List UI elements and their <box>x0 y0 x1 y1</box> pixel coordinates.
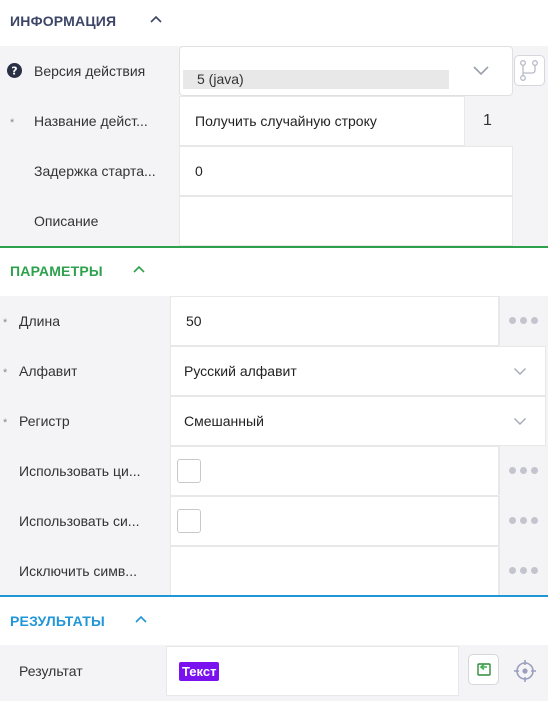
exclude-more-button[interactable] <box>499 546 546 595</box>
more-dot <box>530 567 538 574</box>
info-section: ИНФОРМАЦИЯ ? Версия действия 5 (java) * … <box>0 0 548 248</box>
more-dot <box>530 517 538 524</box>
delay-input[interactable]: 0 <box>179 146 513 196</box>
info-section-header[interactable]: ИНФОРМАЦИЯ <box>0 0 548 46</box>
version-label: Версия действия <box>34 63 146 79</box>
more-dot <box>508 467 516 474</box>
more-dot <box>519 517 527 524</box>
result-type-badge: Текст <box>179 662 220 681</box>
required-mark: * <box>3 317 8 329</box>
version-value-box: 5 (java) <box>183 70 449 89</box>
use-symbols-field <box>170 496 499 546</box>
case-value: Смешанный <box>184 413 264 429</box>
name-value: Получить случайную строку <box>195 113 377 129</box>
exclude-label: Исключить симв... <box>19 563 137 579</box>
use-digits-checkbox[interactable] <box>177 459 201 483</box>
alphabet-value: Русский алфавит <box>184 363 297 379</box>
alphabet-select[interactable]: Русский алфавит <box>170 346 546 396</box>
more-dot <box>519 567 527 574</box>
results-section: РЕЗУЛЬТАТЫ Результат Текст <box>0 597 548 701</box>
more-dot <box>508 517 516 524</box>
more-dot <box>530 467 538 474</box>
length-more-button[interactable] <box>499 296 546 345</box>
chevron-down-icon[interactable] <box>513 417 527 426</box>
use-digits-label: Использовать ци... <box>19 463 141 479</box>
version-select[interactable]: 5 (java) <box>179 46 513 96</box>
required-mark: * <box>10 117 15 129</box>
use-digits-field <box>170 446 499 496</box>
case-label: Регистр <box>19 413 70 429</box>
chevron-down-icon[interactable] <box>513 367 527 376</box>
result-input[interactable]: Текст <box>166 646 459 696</box>
use-digits-more-button[interactable] <box>499 446 546 495</box>
use-symbols-label: Использовать си... <box>19 513 140 529</box>
description-input[interactable] <box>179 196 513 246</box>
chevron-up-icon[interactable] <box>149 14 163 24</box>
required-mark: * <box>3 417 8 429</box>
name-counter: 1 <box>483 112 492 129</box>
case-select[interactable]: Смешанный <box>170 396 546 446</box>
chevron-up-icon[interactable] <box>132 264 146 274</box>
info-section-title: ИНФОРМАЦИЯ <box>10 13 117 29</box>
delay-label: Задержка старта... <box>34 163 156 179</box>
branch-icon <box>520 60 538 81</box>
more-dot <box>519 467 527 474</box>
delay-value: 0 <box>195 163 203 179</box>
length-label: Длина <box>19 313 60 329</box>
branch-button[interactable] <box>514 55 545 86</box>
result-label: Результат <box>19 663 83 679</box>
use-symbols-more-button[interactable] <box>499 496 546 545</box>
more-dot <box>508 317 516 324</box>
result-copy-button[interactable] <box>468 654 499 685</box>
svg-text:?: ? <box>11 65 17 78</box>
exclude-input[interactable] <box>170 546 499 596</box>
chevron-down-icon[interactable] <box>472 65 490 76</box>
help-icon[interactable]: ? <box>7 63 22 78</box>
target-icon[interactable] <box>513 659 537 683</box>
required-mark: * <box>3 367 8 379</box>
more-dot <box>519 317 527 324</box>
name-label: Название дейст... <box>34 113 148 129</box>
name-input[interactable]: Получить случайную строку <box>179 96 465 146</box>
alphabet-label: Алфавит <box>19 363 78 379</box>
length-input[interactable]: 50 <box>170 296 499 346</box>
more-dot <box>508 567 516 574</box>
params-section-title: ПАРАМЕТРЫ <box>10 263 103 279</box>
results-section-title: РЕЗУЛЬТАТЫ <box>10 613 105 629</box>
more-dot <box>530 317 538 324</box>
description-label: Описание <box>34 213 99 229</box>
params-section-header[interactable]: ПАРАМЕТРЫ <box>0 248 548 296</box>
length-value: 50 <box>186 313 202 329</box>
use-symbols-checkbox[interactable] <box>177 509 201 533</box>
return-icon <box>477 663 491 676</box>
version-value: 5 (java) <box>197 71 244 87</box>
params-section: ПАРАМЕТРЫ * Длина 50 * Алфавит Русский а… <box>0 248 548 596</box>
chevron-up-icon[interactable] <box>134 614 148 624</box>
results-section-header[interactable]: РЕЗУЛЬТАТЫ <box>0 597 548 645</box>
